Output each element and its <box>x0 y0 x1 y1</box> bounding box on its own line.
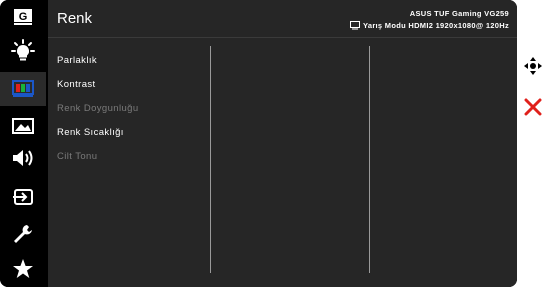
menu-item-color-temp[interactable]: Renk Sıcaklığı <box>57 127 124 138</box>
page-title: Renk <box>57 10 93 27</box>
close-button[interactable] <box>523 97 543 117</box>
sidebar-item-shortcut[interactable] <box>0 252 46 286</box>
osd-menu: G Renk ASUS TUF Gaming VG259 Yarış Modu … <box>0 0 517 287</box>
sidebar-item-color[interactable] <box>0 72 46 106</box>
menu-item-saturation: Renk Doygunluğu <box>57 103 139 114</box>
gamevisual-icon: G <box>14 9 32 25</box>
svg-text:G: G <box>19 11 28 23</box>
navigate-icon <box>524 57 542 75</box>
blue-light-filter-icon <box>11 39 35 61</box>
input-status-text: Yarış Modu HDMI2 1920x1080@ 120Hz <box>362 21 509 30</box>
menu-item-brightness[interactable]: Parlaklık <box>57 55 97 66</box>
monitor-icon <box>349 21 360 30</box>
sidebar: G <box>0 0 46 287</box>
sidebar-item-input-select[interactable] <box>0 180 46 214</box>
sidebar-item-system-setup[interactable] <box>0 217 46 251</box>
sidebar-item-gamevisual[interactable]: G <box>0 0 46 34</box>
system-setup-icon <box>14 225 32 243</box>
menu-item-skin-tone: Cilt Tonu <box>57 151 98 162</box>
status-line: Yarış Modu HDMI2 1920x1080@ 120Hz <box>349 21 509 30</box>
shortcut-icon <box>13 259 33 278</box>
sidebar-item-image[interactable] <box>0 110 46 144</box>
image-icon <box>12 118 34 134</box>
input-select-icon <box>13 189 33 205</box>
column-divider <box>210 46 211 273</box>
navigate-button[interactable] <box>523 56 543 76</box>
sidebar-item-sound[interactable] <box>0 141 46 175</box>
sound-icon <box>13 150 33 166</box>
column-divider <box>369 46 370 273</box>
color-icon <box>12 80 34 97</box>
panel-header: Renk ASUS TUF Gaming VG259 Yarış Modu HD… <box>48 0 517 38</box>
sidebar-item-blue-light[interactable] <box>0 34 46 68</box>
close-icon <box>524 98 542 116</box>
monitor-model: ASUS TUF Gaming VG259 <box>409 9 509 18</box>
menu-item-contrast[interactable]: Kontrast <box>57 79 96 90</box>
color-panel: Renk ASUS TUF Gaming VG259 Yarış Modu HD… <box>48 0 517 287</box>
